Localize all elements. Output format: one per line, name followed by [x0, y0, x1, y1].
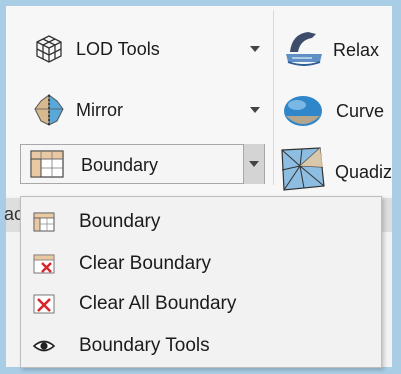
mirror-label: Mirror — [76, 99, 123, 120]
mirror-dropdown-arrow[interactable] — [245, 93, 265, 127]
clear-all-boundary-icon — [33, 294, 55, 314]
menu-item-label: Boundary Tools — [79, 335, 210, 356]
menu-item-boundary[interactable]: Boundary — [21, 205, 381, 239]
menu-item-label: Clear All Boundary — [79, 293, 237, 314]
ribbon-group-separator — [273, 10, 274, 185]
boundary-dropdown-arrow[interactable] — [243, 144, 264, 184]
menu-item-clear-boundary[interactable]: Clear Boundary — [21, 247, 381, 281]
mirror-icon — [34, 94, 64, 126]
chevron-down-icon — [249, 161, 259, 167]
relax-label[interactable]: Relax — [333, 40, 379, 61]
clear-boundary-icon — [33, 254, 55, 274]
menu-item-label: Boundary — [79, 211, 161, 232]
chevron-down-icon — [250, 107, 260, 113]
menu-item-label: Clear Boundary — [79, 253, 212, 274]
lod-tools-label: LOD Tools — [76, 38, 160, 59]
boundary-grid-icon — [33, 212, 55, 232]
relax-iron-icon[interactable] — [282, 28, 326, 70]
lod-tools-icon — [36, 35, 62, 63]
eye-icon — [33, 340, 55, 352]
mirror-button[interactable]: Mirror — [32, 93, 265, 127]
boundary-grid-icon — [30, 150, 64, 178]
curve-ellipse-icon[interactable] — [282, 92, 324, 130]
boundary-label: Boundary — [81, 155, 159, 175]
curve-label[interactable]: Curve — [336, 101, 384, 122]
quadify-icon[interactable] — [278, 146, 326, 192]
quadify-label[interactable]: Quadiz — [335, 162, 392, 183]
lod-tools-dropdown-arrow[interactable] — [245, 32, 265, 66]
chevron-down-icon — [250, 46, 260, 52]
menu-item-clear-all-boundary[interactable]: Clear All Boundary — [21, 287, 381, 321]
boundary-split-button[interactable]: Boundary — [20, 144, 265, 184]
menu-item-boundary-tools[interactable]: Boundary Tools — [21, 329, 381, 363]
lod-tools-button[interactable]: LOD Tools — [32, 32, 265, 66]
boundary-dropdown-menu: Boundary Clear Boundary Clear All Bounda… — [20, 196, 382, 368]
